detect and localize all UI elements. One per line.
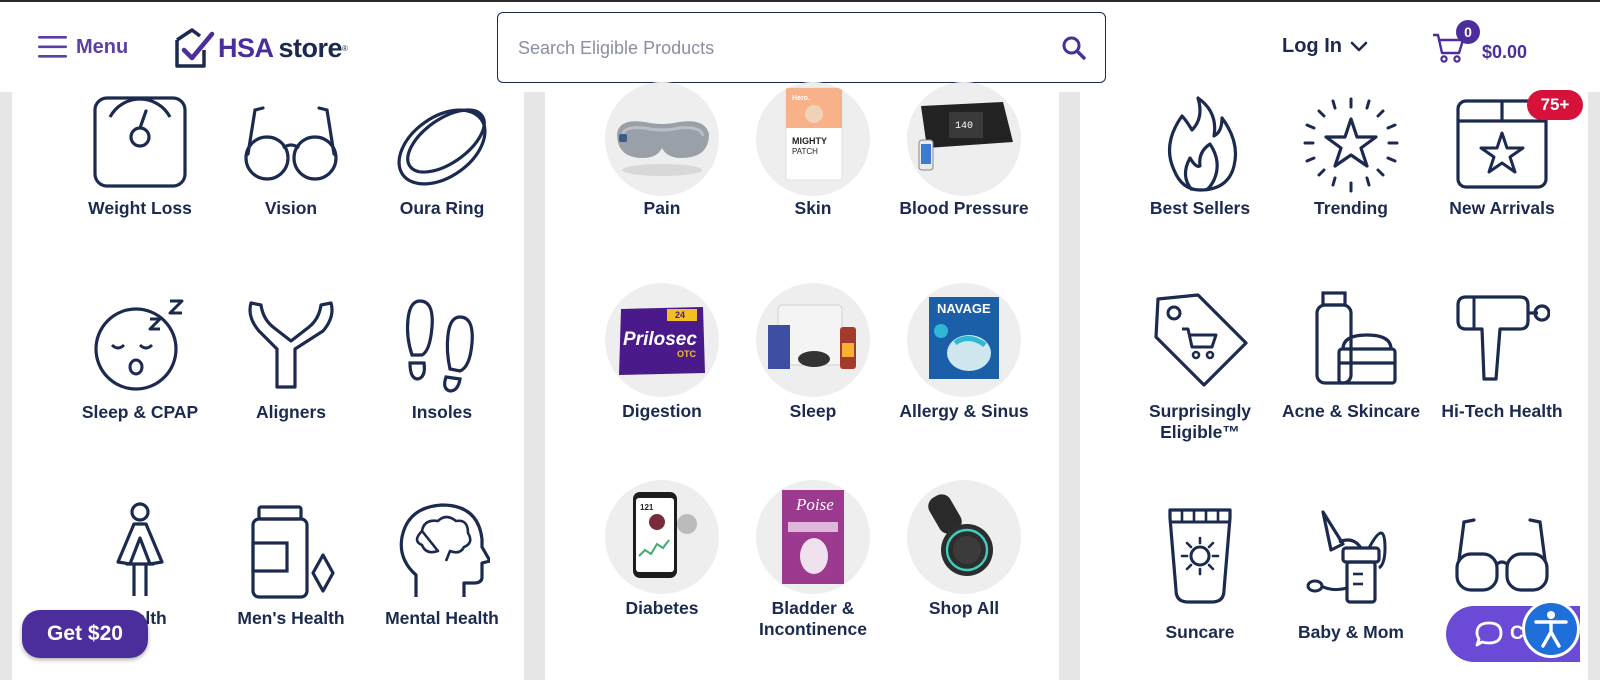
product-brand-text: Hero. [792,95,810,102]
category-label: Blood Pressure [899,198,1029,218]
category-label: Men's Health [237,608,345,628]
aligner-icon [248,301,334,389]
search-box [497,12,1106,83]
prilosec-badge-text: 24 [675,310,685,320]
tag-cart-icon [1154,293,1248,387]
woman-icon [116,502,164,596]
category-label: Trending [1314,198,1388,218]
category-label: Aligners [255,402,327,422]
category-label: Best Sellers [1149,198,1251,218]
glasses-icon [1455,518,1549,592]
category-label: Suncare [1165,622,1235,642]
category-label: Baby & Mom [1298,622,1404,642]
blood-pressure-monitor-image: 140 [907,82,1021,196]
menu-button[interactable]: Menu [38,34,128,60]
scale-icon [93,96,187,188]
new-arrivals-count-badge: 75+ [1527,90,1583,120]
category-label: Insoles [411,402,473,422]
poise-image: Poise [756,480,870,594]
prilosec-image: 24 Prilosec OTC [605,283,719,397]
category-label: Hi-Tech Health [1441,401,1563,421]
category-label: Surprisingly Eligible™ [1148,401,1252,442]
category-label: Bladder & Incontinence [759,598,867,639]
category-label: Acne & Skincare [1281,401,1421,421]
breast-pump-icon [1306,510,1387,604]
category-label: Mental Health [385,608,499,628]
accessibility-button[interactable] [1522,600,1580,658]
ring-icon [397,108,487,186]
hsa-store-logo[interactable]: HSA store ® [174,26,348,70]
category-label: Sleep & CPAP [81,402,199,422]
glasses-icon [244,106,338,181]
category-panel-middle: Pain Hero. MIGHTY PATCH Skin 140 Blood P… [545,82,1059,680]
category-panel-left: Weight Loss Vision Oura Ring Sleep & CPA… [12,92,524,680]
chat-bubble-icon [1475,621,1503,647]
hamburger-icon [38,36,67,58]
accessibility-icon [1534,611,1568,648]
bp-reading-text: 140 [955,121,973,132]
search-icon[interactable] [1061,35,1087,61]
flame-icon [1167,96,1238,192]
logo-registered-mark: ® [342,43,348,53]
sleeping-face-icon [94,299,184,391]
category-label: Pain [643,198,681,218]
search-input[interactable] [518,35,1038,61]
menu-label: Menu [76,35,129,58]
massage-gun-icon [1456,295,1550,381]
footprints-icon [405,299,474,393]
category-label: Shop All [928,598,1000,618]
pill-bottle-icon [251,505,335,599]
prilosec-name-text: Prilosec [623,329,697,350]
logo-checkbox-icon [175,28,215,68]
category-label: Oura Ring [399,198,485,218]
product-subtitle-text: PATCH [792,147,818,156]
star-burst-icon [1303,97,1399,193]
category-panel-right: Best Sellers Trending New Arrivals Surpr… [1080,92,1588,680]
sleep-kit-image [756,283,870,397]
category-label: Diabetes [625,598,699,618]
cart-count-badge: 0 [1456,20,1480,44]
category-label: Sleep [789,401,837,421]
sunscreen-tube-icon [1168,508,1232,604]
category-label: Vision [264,198,318,218]
logo-store-text: store [278,32,343,63]
category-label: Skin [794,198,832,218]
logo-hsa-text: HSA [218,32,274,63]
device-image [907,480,1021,594]
get-20-referral-button[interactable]: Get $20 [22,610,148,658]
chevron-down-icon [1350,41,1368,51]
product-title-text: MIGHTY [792,136,827,146]
brain-head-icon [399,503,490,597]
poise-name-text: Poise [795,495,834,514]
login-label: Log In [1282,35,1342,57]
navage-name-text: NAVAGE [937,301,991,316]
navage-image: NAVAGE [907,283,1021,397]
skincare-jar-icon [1315,291,1397,385]
glucose-value-text: 121 [640,503,654,512]
mighty-patch-image: Hero. MIGHTY PATCH [756,82,870,196]
cart-total: $0.00 [1482,42,1528,62]
cart-button[interactable]: 0 $0.00 [1432,20,1527,69]
prilosec-otc-text: OTC [677,349,696,359]
category-label: Allergy & Sinus [899,401,1029,421]
category-label: Digestion [622,401,702,421]
eye-massager-image [605,82,719,196]
category-label: New Arrivals [1449,198,1555,218]
login-dropdown[interactable]: Log In [1282,35,1368,58]
glucose-phone-image: 121 [605,480,719,594]
category-label: Weight Loss [88,198,192,218]
site-header: Menu HSA store ® Log In 0 $0.00 [0,2,1600,92]
